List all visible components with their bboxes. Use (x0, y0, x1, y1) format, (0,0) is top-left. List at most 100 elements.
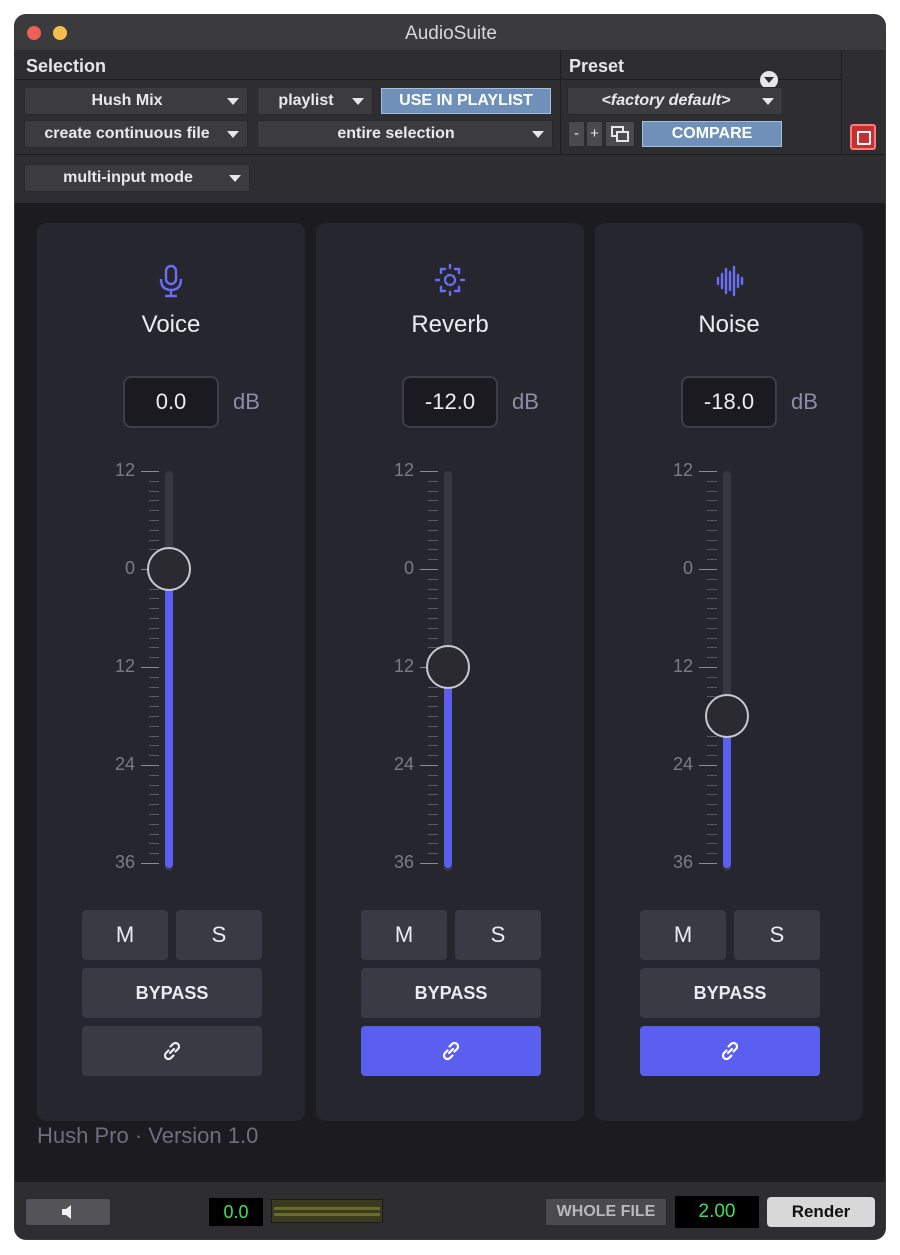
scale-tick (699, 569, 717, 570)
scale-tick (707, 853, 717, 855)
scale-tick (149, 500, 159, 502)
scale-tick (428, 853, 438, 855)
channel-strip-reverb: Reverb -12.0 dB 12 0 12 24 36 M S BYPASS (316, 223, 584, 1121)
scale-tick (428, 843, 438, 845)
scale-tick (707, 686, 717, 688)
input-mode-select[interactable]: multi-input mode (24, 164, 250, 192)
scale-tick (707, 814, 717, 815)
solo-button[interactable]: S (455, 910, 541, 960)
scale-tick (428, 745, 438, 747)
scale-tick (149, 853, 159, 855)
scale-tick (428, 510, 438, 512)
mute-button[interactable]: M (82, 910, 168, 960)
scale-tick (428, 588, 438, 590)
input-mode-select-value: multi-input mode (63, 169, 193, 186)
handle-length-readout[interactable]: 2.00 (675, 1196, 759, 1228)
scale-tick (149, 637, 159, 639)
chevron-down-icon (229, 175, 241, 182)
scale-tick (428, 706, 438, 708)
scale-tick (420, 863, 438, 864)
scale-label: 12 (672, 656, 693, 676)
scale-tick (428, 520, 438, 521)
processing-select[interactable]: create continuous file (24, 120, 248, 148)
solo-button[interactable]: S (176, 910, 262, 960)
mute-button[interactable]: M (640, 910, 726, 960)
playlist-select[interactable]: playlist (257, 87, 373, 115)
link-button[interactable] (640, 1026, 820, 1076)
solo-button[interactable]: S (734, 910, 820, 960)
scale-tick (707, 823, 717, 825)
scale-tick (428, 549, 438, 551)
scale-tick (707, 500, 717, 502)
scale-tick (428, 627, 438, 629)
fader-fill (444, 667, 452, 868)
audiosuite-header: Selection Preset Hush Mix playlist USE I… (15, 51, 885, 203)
compare-button[interactable]: COMPARE (642, 121, 782, 147)
scale-label: 0 (682, 558, 693, 578)
preset-plus-button[interactable]: + (586, 121, 603, 147)
scale-tick (707, 618, 717, 619)
scale-tick (428, 794, 438, 796)
scale-tick (141, 667, 159, 668)
scale-tick (149, 735, 159, 737)
preset-copy-button[interactable] (605, 121, 635, 147)
scale-tick (149, 647, 159, 649)
scale-tick (707, 520, 717, 521)
bypass-button[interactable]: BYPASS (640, 968, 820, 1018)
scale-tick (141, 765, 159, 766)
scale-label: 24 (672, 754, 693, 774)
scale-tick (428, 725, 438, 727)
scale-tick (428, 480, 438, 482)
scale-tick (707, 657, 717, 659)
target-button[interactable] (850, 124, 876, 150)
fader-knob[interactable] (705, 694, 749, 738)
preset-minus-button[interactable]: - (568, 121, 585, 147)
whole-file-button[interactable]: WHOLE FILE (545, 1198, 667, 1226)
scale-tick (149, 676, 159, 678)
selection-label: Selection (26, 56, 107, 76)
scale-tick (149, 588, 159, 590)
scale-tick (149, 833, 159, 835)
preview-button[interactable] (25, 1198, 111, 1226)
scale-tick (149, 774, 159, 776)
scale-tick (699, 667, 717, 668)
scale-label: 36 (672, 852, 693, 872)
fader-knob[interactable] (147, 547, 191, 591)
scale-tick (428, 784, 438, 786)
title-bar: AudioSuite (15, 15, 885, 51)
scale-tick (699, 471, 717, 472)
processing-select-value: create continuous file (44, 125, 210, 142)
scale-tick (707, 833, 717, 835)
chevron-down-icon (532, 131, 544, 138)
scale-tick (428, 755, 438, 757)
bottom-bar: 0.0 WHOLE FILE 2.00 Render (15, 1181, 885, 1239)
fader-knob[interactable] (426, 645, 470, 689)
scale-tick (707, 843, 717, 845)
chevron-down-icon (227, 131, 239, 138)
scale-tick (149, 618, 159, 619)
scale-tick (428, 500, 438, 502)
range-select[interactable]: entire selection (257, 120, 553, 148)
link-button[interactable] (82, 1026, 262, 1076)
preset-select[interactable]: <factory default> (567, 87, 783, 115)
scale-label: 12 (114, 460, 135, 480)
scale-tick (428, 539, 438, 541)
bypass-button[interactable]: BYPASS (82, 968, 262, 1018)
scale-tick (149, 627, 159, 629)
scale-tick (707, 539, 717, 541)
scale-tick (420, 471, 438, 472)
scale-tick (707, 627, 717, 629)
plugin-select[interactable]: Hush Mix (24, 87, 248, 115)
link-button[interactable] (361, 1026, 541, 1076)
use-in-playlist-button[interactable]: USE IN PLAYLIST (381, 88, 551, 114)
scale-label: 0 (403, 558, 414, 578)
scale-tick (707, 598, 717, 600)
plugin-select-value: Hush Mix (91, 92, 163, 109)
channel-strip-voice: Voice 0.0 dB 12 0 12 24 36 M S BYPASS (37, 223, 305, 1121)
bypass-button[interactable]: BYPASS (361, 968, 541, 1018)
scale-tick (707, 559, 717, 561)
render-button[interactable]: Render (767, 1197, 875, 1227)
mute-button[interactable]: M (361, 910, 447, 960)
scale-tick (428, 804, 438, 806)
scale-tick (428, 686, 438, 688)
